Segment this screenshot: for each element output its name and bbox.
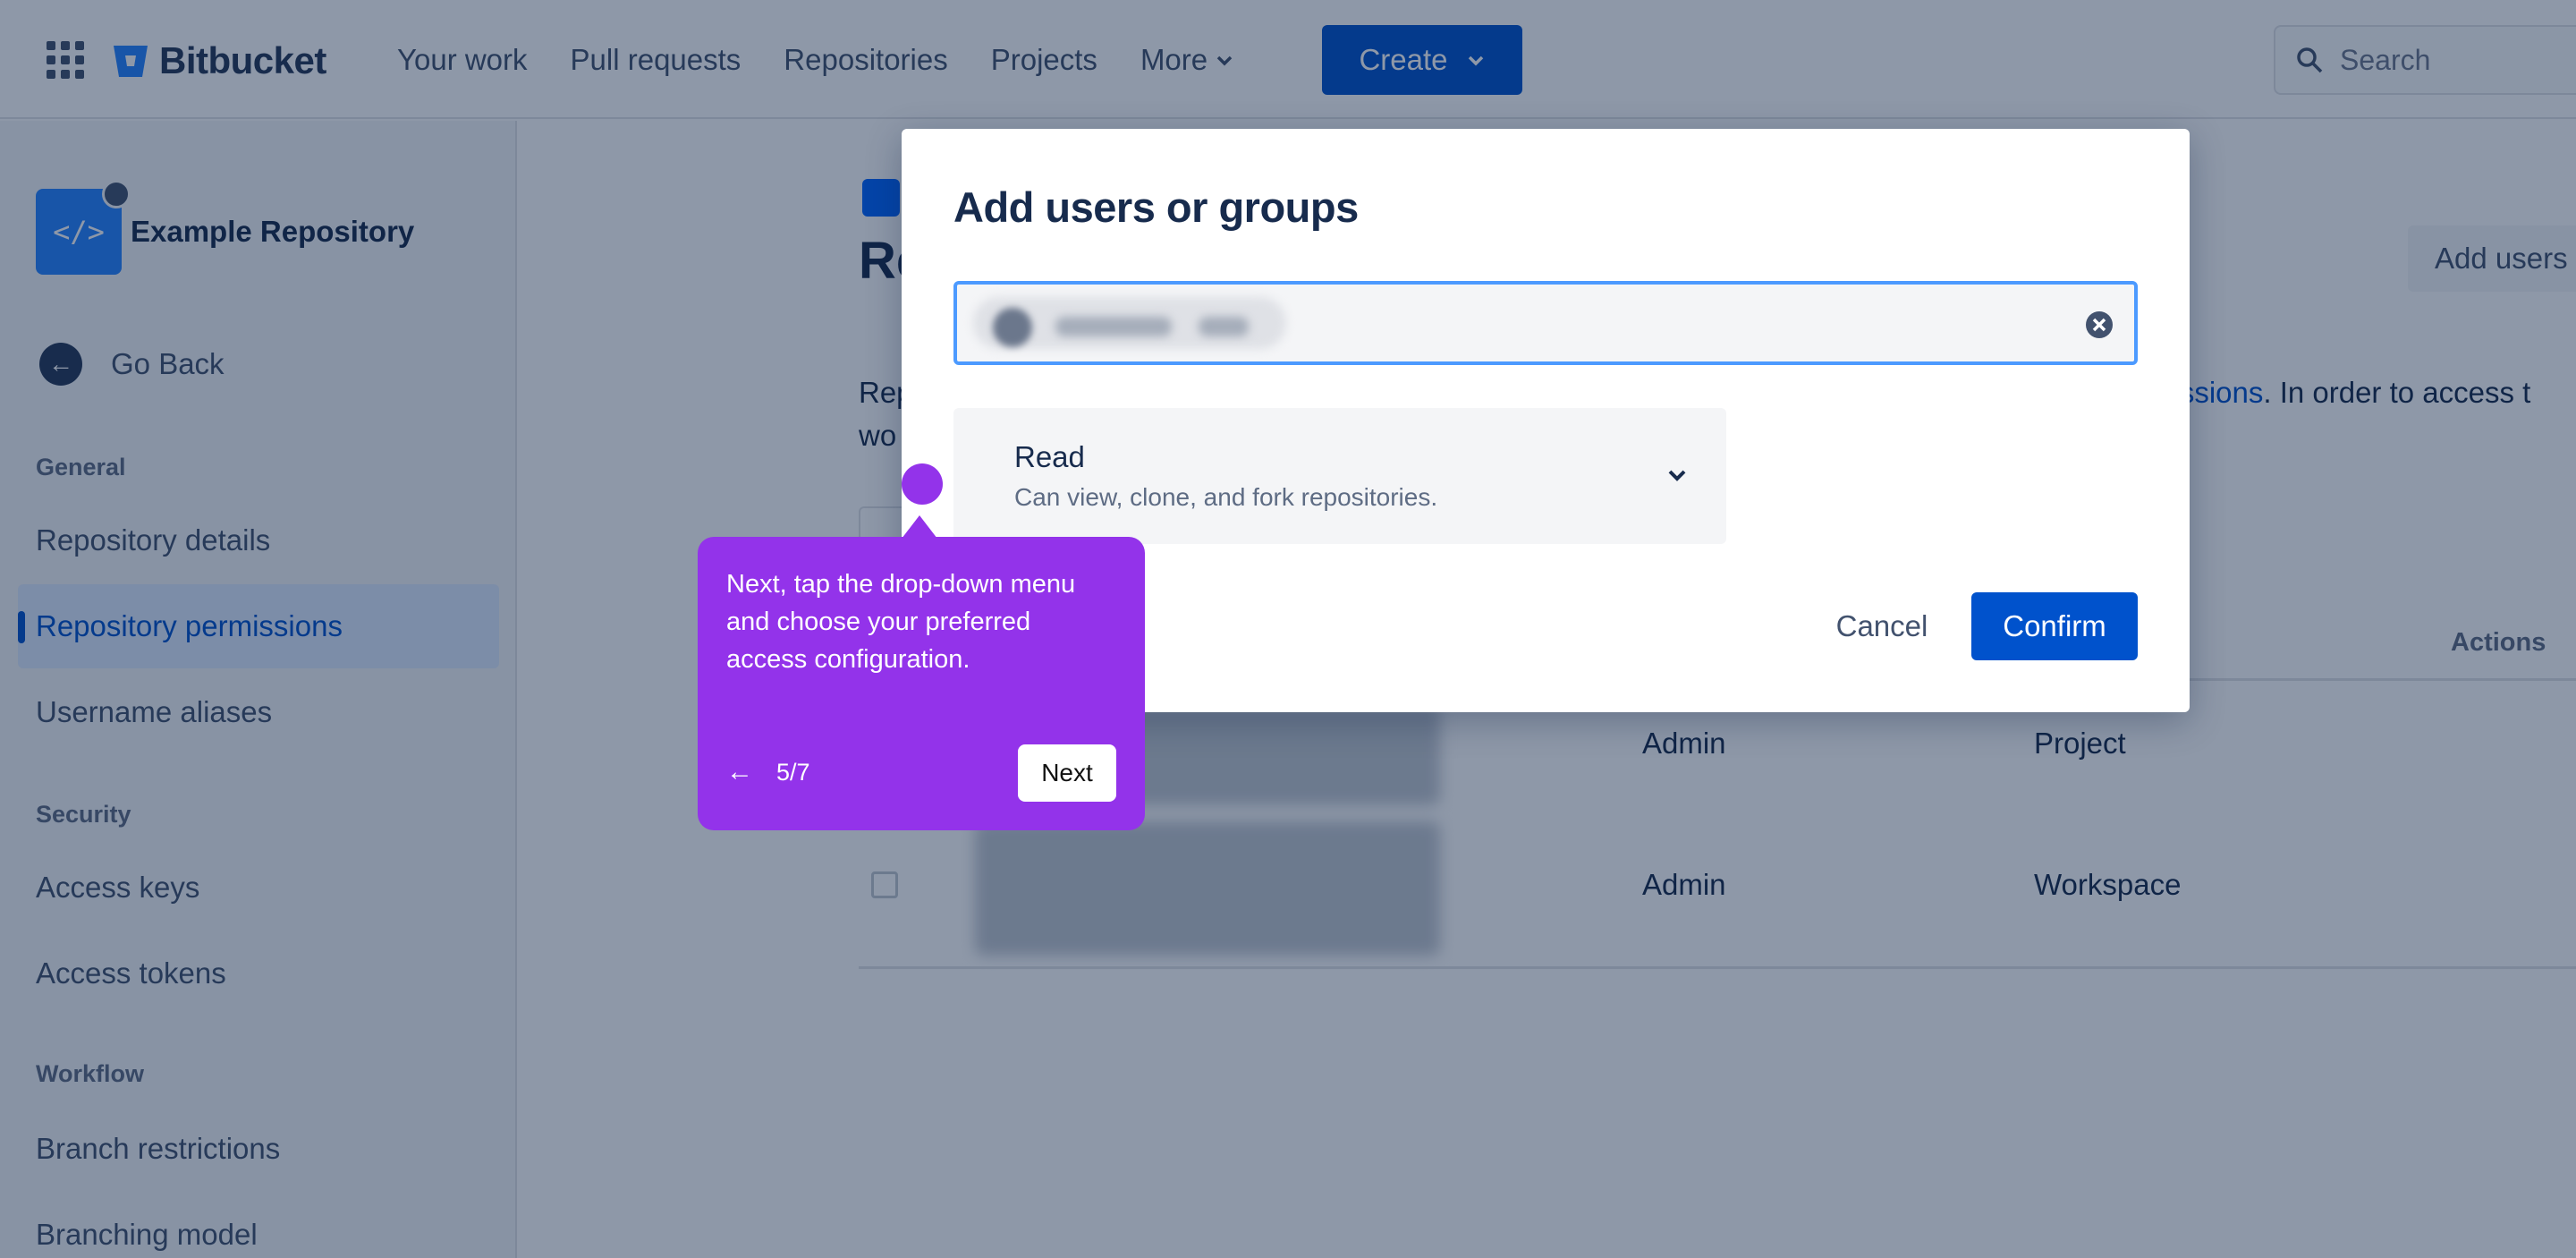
confirm-button[interactable]: Confirm [1971, 592, 2138, 660]
user-avatar [993, 308, 1032, 347]
guide-text: Next, tap the drop-down menu and choose … [726, 570, 1076, 674]
permission-name: Read [1014, 440, 1085, 473]
modal-title: Add users or groups [953, 183, 1359, 231]
blurred-user-extra [1199, 317, 1249, 336]
blurred-user-name [1055, 317, 1172, 336]
guide-next-button[interactable]: Next [1018, 744, 1116, 802]
chevron-down-icon [1668, 470, 1686, 481]
cancel-button[interactable]: Cancel [1810, 592, 1953, 660]
guide-tooltip: Next, tap the drop-down menu and choose … [698, 515, 1145, 830]
guide-step-counter: 5/7 [776, 759, 810, 786]
permission-dropdown[interactable]: Read Can view, clone, and fork repositor… [953, 408, 1726, 544]
arrow-left-icon[interactable]: ← [726, 757, 753, 787]
permission-description: Can view, clone, and fork repositories. [1014, 483, 1438, 511]
guide-beacon[interactable] [902, 463, 943, 505]
clear-icon[interactable] [2084, 310, 2114, 340]
user-search-input[interactable] [953, 281, 2138, 365]
